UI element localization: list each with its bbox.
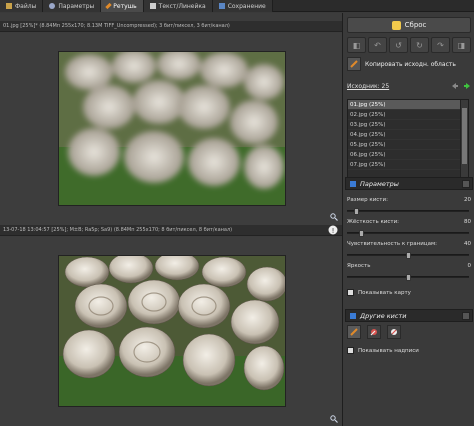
brush-size-slider[interactable]: [347, 208, 469, 215]
other-brushes-section-header[interactable]: Другие кисти: [345, 309, 473, 322]
brightness-label-row: Яркость 0: [347, 263, 471, 269]
slider-thumb[interactable]: [406, 252, 411, 259]
slider-thumb[interactable]: [406, 274, 411, 281]
tab-text-ruler[interactable]: Текст/Линейка: [143, 0, 213, 12]
sources-row: Исходник: 25: [347, 81, 471, 91]
section-icon: [350, 180, 356, 187]
tab-label: Файлы: [15, 2, 37, 10]
show-map-row[interactable]: Показывать карту: [347, 289, 411, 296]
params-header-label: Параметры: [360, 179, 399, 188]
workspace: 01.jpg [25%]* (8.84Mп 255x170; 8.13M TIF…: [0, 13, 342, 426]
copy-source-label: Копировать исходн. область: [365, 60, 456, 68]
gear-icon: [49, 3, 56, 9]
history-toolbar: ◧ ↶ ↺ ↻ ↷ ◨: [347, 37, 471, 53]
tab-retouch[interactable]: Ретушь: [101, 0, 144, 12]
brush-icon[interactable]: [347, 57, 361, 71]
list-item[interactable]: 07.jpg (25%): [348, 160, 468, 170]
redo-icon[interactable]: ↻: [410, 37, 429, 53]
tab-label: Параметры: [58, 2, 95, 10]
edge-sensitivity-value: 40: [464, 241, 471, 247]
edge-sensitivity-label-row: Чувствительность к границам: 40: [347, 241, 471, 247]
brush-icon: [105, 2, 112, 10]
tab-parameters[interactable]: Параметры: [43, 0, 102, 12]
undo-icon[interactable]: ↺: [389, 37, 408, 53]
show-captions-checkbox[interactable]: [347, 347, 354, 354]
zoom-icon[interactable]: [330, 213, 338, 221]
sources-link[interactable]: Исходник: 25: [347, 83, 389, 90]
show-captions-row[interactable]: Показывать надписи: [347, 347, 419, 354]
last-icon[interactable]: ◨: [452, 37, 471, 53]
show-map-checkbox[interactable]: [347, 289, 354, 296]
save-icon: [218, 3, 225, 9]
slider-thumb[interactable]: [354, 208, 359, 215]
brightness-label: Яркость: [347, 263, 371, 269]
params-section-header[interactable]: Параметры: [345, 177, 473, 190]
brush-icon[interactable]: [347, 325, 361, 339]
section-icon: [350, 312, 356, 319]
redo-all-icon[interactable]: ↷: [431, 37, 450, 53]
copy-source-row[interactable]: Копировать исходн. область: [347, 57, 471, 71]
arrow-right-icon[interactable]: [463, 82, 471, 90]
slider-thumb[interactable]: [359, 230, 364, 237]
edge-sensitivity-slider[interactable]: [347, 252, 469, 259]
source-photo[interactable]: [58, 51, 286, 206]
list-item[interactable]: 04.jpg (25%): [348, 130, 468, 140]
list-item[interactable]: 02.jpg (25%): [348, 110, 468, 120]
collapse-icon[interactable]: [462, 312, 470, 320]
eraser-brush-icon[interactable]: [387, 325, 401, 339]
arrow-left-icon[interactable]: [451, 82, 459, 90]
list-item[interactable]: 05.jpg (25%): [348, 140, 468, 150]
info-icon[interactable]: !: [328, 225, 338, 235]
bottom-image-info: 13-07-18 13:04:57 [25%]; M±B; Ra5p; Sa9)…: [0, 225, 342, 236]
tab-files[interactable]: Файлы: [0, 0, 44, 12]
brush-hardness-slider[interactable]: [347, 230, 469, 237]
undo-all-icon[interactable]: ↶: [368, 37, 387, 53]
top-preview-pane: [0, 33, 342, 225]
list-item[interactable]: 06.jpg (25%): [348, 150, 468, 160]
tab-save[interactable]: Сохранение: [212, 0, 273, 12]
collapse-icon[interactable]: [462, 180, 470, 188]
result-photo[interactable]: [58, 255, 286, 407]
other-brushes-header-label: Другие кисти: [360, 311, 407, 320]
brightness-slider[interactable]: [347, 274, 469, 281]
show-map-label: Показывать карту: [358, 289, 411, 296]
reset-button[interactable]: Сброс: [347, 17, 471, 33]
smudge-brush-icon[interactable]: [367, 325, 381, 339]
tab-label: Текст/Линейка: [158, 2, 206, 10]
brush-options: [347, 325, 401, 339]
bottom-preview-pane: [0, 237, 342, 426]
brush-hardness-value: 80: [464, 219, 471, 225]
list-scrollbar[interactable]: [460, 100, 468, 186]
first-icon[interactable]: ◧: [347, 37, 366, 53]
list-item[interactable]: 01.jpg (25%): [348, 100, 468, 110]
brush-hardness-label-row: Жёсткость кисти: 80: [347, 219, 471, 225]
scroll-thumb[interactable]: [462, 108, 467, 164]
tab-bar: Файлы Параметры Ретушь Текст/Линейка Сох…: [0, 0, 474, 12]
brush-size-value: 20: [464, 197, 471, 203]
list-item[interactable]: 03.jpg (25%): [348, 120, 468, 130]
edge-sensitivity-label: Чувствительность к границам:: [347, 241, 437, 247]
svg-text:!: !: [332, 227, 335, 235]
text-icon: [149, 3, 156, 9]
reset-icon: [391, 20, 401, 30]
brush-hardness-label: Жёсткость кисти:: [347, 219, 399, 225]
tab-label: Ретушь: [113, 2, 137, 10]
brightness-value: 0: [467, 263, 472, 269]
top-image-info: 01.jpg [25%]* (8.84Mп 255x170; 8.13M TIF…: [0, 21, 342, 32]
show-captions-label: Показывать надписи: [358, 347, 419, 354]
brush-size-label: Размер кисти:: [347, 197, 388, 203]
source-file-list[interactable]: 01.jpg (25%) 02.jpg (25%) 03.jpg (25%) 0…: [347, 99, 469, 187]
retouch-panel: Сброс ◧ ↶ ↺ ↻ ↷ ◨ Копировать исходн. обл…: [342, 13, 474, 426]
tab-label: Сохранение: [227, 2, 266, 10]
reset-label: Сброс: [404, 21, 427, 29]
folder-icon: [6, 3, 12, 9]
brush-size-label-row: Размер кисти: 20: [347, 197, 471, 203]
zoom-icon[interactable]: [330, 415, 338, 423]
